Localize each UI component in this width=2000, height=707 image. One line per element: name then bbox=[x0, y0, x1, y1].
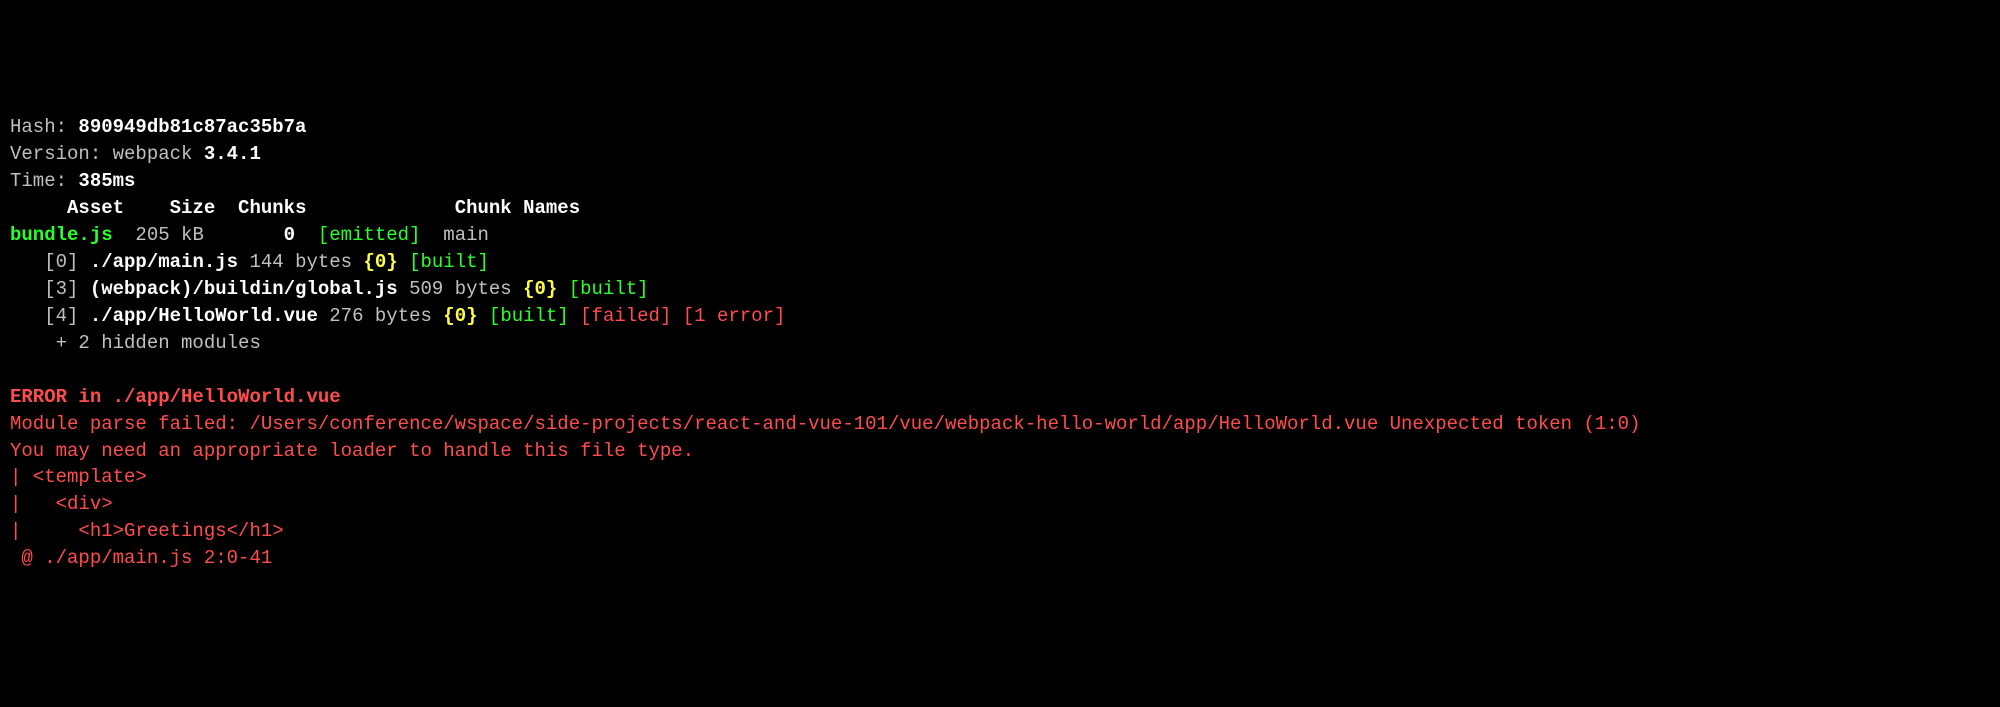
asset-chunk-name: main bbox=[420, 224, 488, 246]
module-path: (webpack)/buildin/global.js bbox=[90, 278, 398, 300]
module-row: [4] ./app/HelloWorld.vue 276 bytes {0} [… bbox=[10, 305, 785, 327]
asset-chunk-id: 0 bbox=[204, 224, 295, 246]
emitted-tag: [emitted] bbox=[295, 224, 420, 246]
hash-line: Hash: 890949db81c87ac35b7a bbox=[10, 116, 306, 138]
col-asset: Asset bbox=[10, 197, 124, 219]
terminal-output[interactable]: Hash: 890949db81c87ac35b7a Version: webp… bbox=[10, 114, 1990, 572]
version-line: Version: webpack 3.4.1 bbox=[10, 143, 261, 165]
module-path: ./app/HelloWorld.vue bbox=[90, 305, 318, 327]
module-index: [0] bbox=[10, 251, 90, 273]
col-size: Size bbox=[124, 197, 215, 219]
asset-size: 205 kB bbox=[113, 224, 204, 246]
error-message: Module parse failed: /Users/conference/w… bbox=[10, 413, 1640, 435]
built-tag: [built] bbox=[478, 305, 569, 327]
module-chunk-ref: {0} bbox=[363, 251, 397, 273]
error-code-line: | <template> bbox=[10, 466, 147, 488]
table-header-row: Asset Size Chunks Chunk Names bbox=[10, 197, 580, 219]
error-hint: You may need an appropriate loader to ha… bbox=[10, 440, 694, 462]
error-code-line: | <div> bbox=[10, 493, 113, 515]
module-size: 276 bytes bbox=[318, 305, 443, 327]
module-size: 509 bytes bbox=[398, 278, 523, 300]
module-row: [3] (webpack)/buildin/global.js 509 byte… bbox=[10, 278, 649, 300]
blank-line bbox=[10, 359, 21, 381]
col-chunk-names: Chunk Names bbox=[306, 197, 580, 219]
module-size: 144 bytes bbox=[238, 251, 363, 273]
time-value: 385ms bbox=[78, 170, 135, 192]
hash-label: Hash: bbox=[10, 116, 78, 138]
col-chunks: Chunks bbox=[215, 197, 306, 219]
module-chunk-ref: {0} bbox=[523, 278, 557, 300]
module-index: [3] bbox=[10, 278, 90, 300]
error-at-line: @ ./app/main.js 2:0-41 bbox=[10, 547, 272, 569]
built-tag: [built] bbox=[557, 278, 648, 300]
asset-row: bundle.js 205 kB 0 [emitted] main bbox=[10, 224, 489, 246]
built-tag: [built] bbox=[398, 251, 489, 273]
error-count-tag: [1 error] bbox=[671, 305, 785, 327]
failed-tag: [failed] bbox=[569, 305, 672, 327]
error-header: ERROR in ./app/HelloWorld.vue bbox=[10, 386, 341, 408]
version-value: 3.4.1 bbox=[204, 143, 261, 165]
module-chunk-ref: {0} bbox=[443, 305, 477, 327]
module-row: [0] ./app/main.js 144 bytes {0} [built] bbox=[10, 251, 489, 273]
hidden-modules: + 2 hidden modules bbox=[10, 332, 261, 354]
time-line: Time: 385ms bbox=[10, 170, 135, 192]
asset-name: bundle.js bbox=[10, 224, 113, 246]
module-path: ./app/main.js bbox=[90, 251, 238, 273]
error-code-line: | <h1>Greetings</h1> bbox=[10, 520, 284, 542]
time-label: Time: bbox=[10, 170, 78, 192]
version-label: Version: webpack bbox=[10, 143, 204, 165]
module-index: [4] bbox=[10, 305, 90, 327]
hash-value: 890949db81c87ac35b7a bbox=[78, 116, 306, 138]
